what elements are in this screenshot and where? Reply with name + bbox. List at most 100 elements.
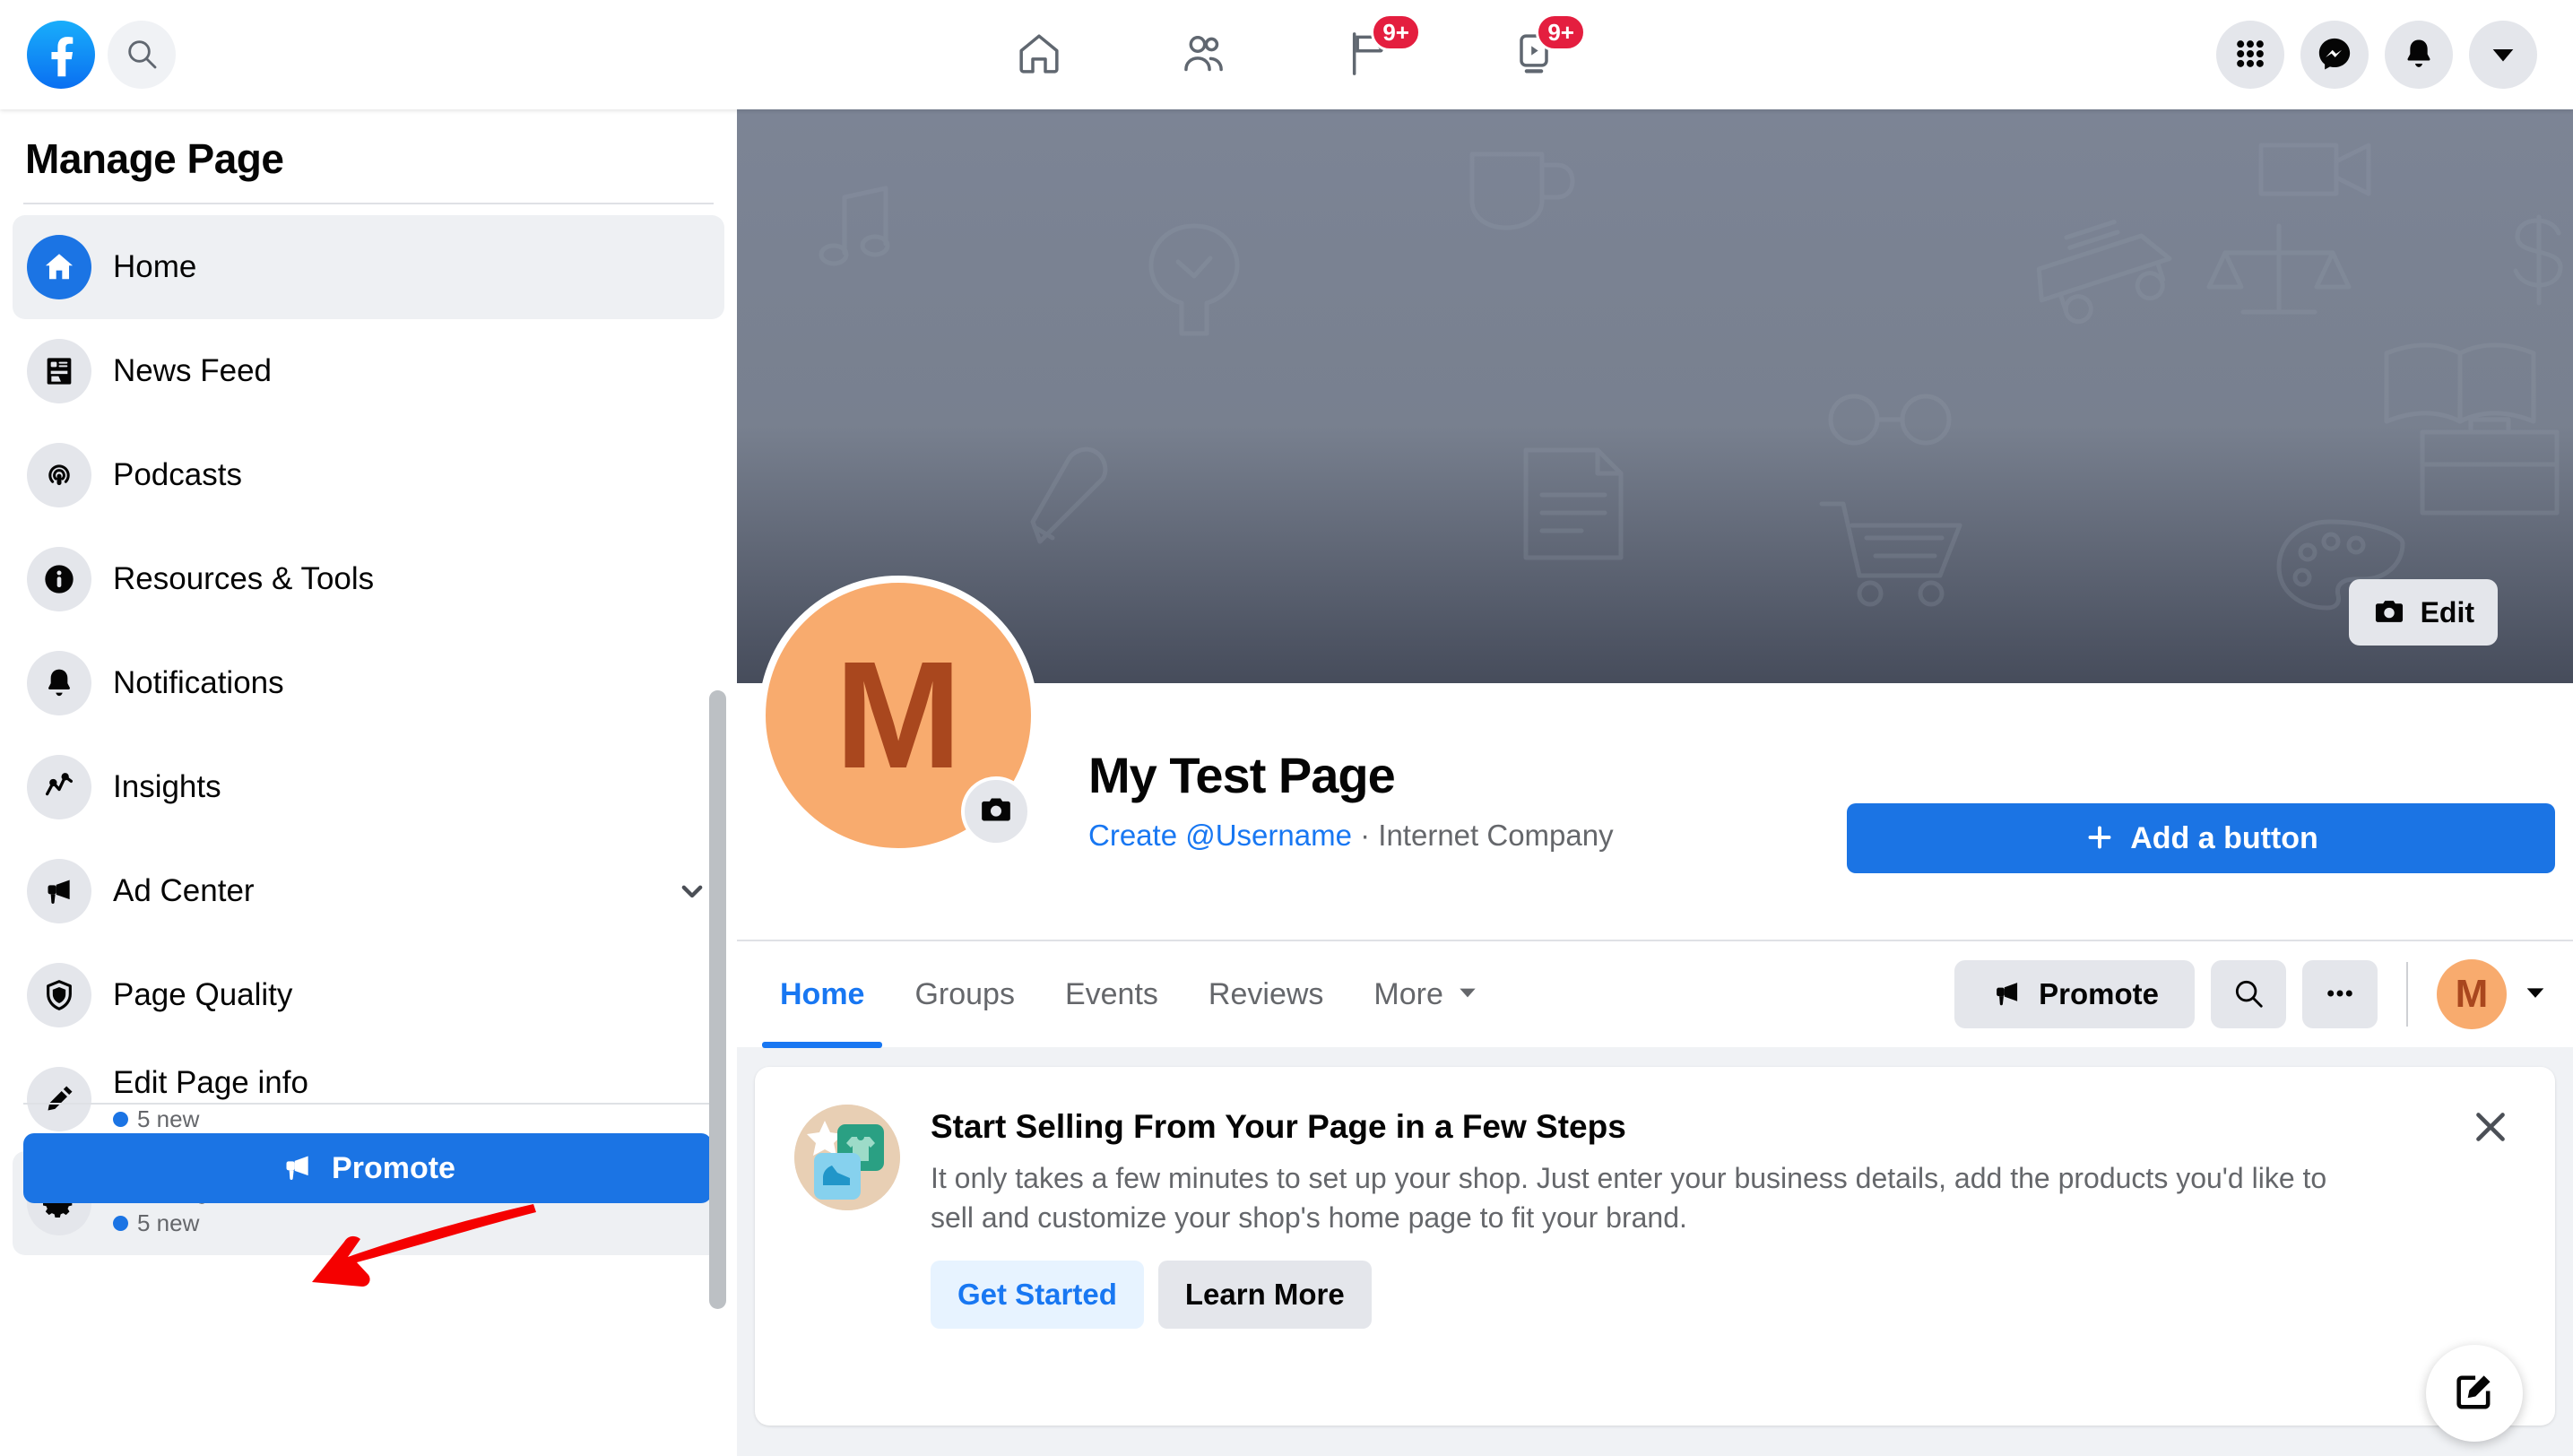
page-meta: My Test Page Create @Username · Internet… <box>1088 746 1614 853</box>
tab-actions-group: Promote M <box>1954 959 2555 1029</box>
bell-icon <box>2401 36 2437 74</box>
promo-buttons: Get Started Learn More <box>931 1261 2516 1330</box>
grid-menu-button[interactable] <box>2216 21 2284 89</box>
close-icon <box>2468 1105 2513 1152</box>
facebook-logo-icon[interactable] <box>27 21 95 89</box>
sidebar-item-ad-center[interactable]: Ad Center <box>13 839 724 943</box>
sidebar-item-badge-label: 5 new <box>137 1105 200 1132</box>
get-started-button[interactable]: Get Started <box>931 1261 1144 1330</box>
megaphone-icon <box>280 1149 316 1188</box>
page-title: Manage Page <box>25 135 284 182</box>
page-category: Internet Company <box>1378 819 1614 852</box>
promote-label: Promote <box>2039 977 2159 1010</box>
new-dot-icon <box>113 1111 128 1127</box>
nav-tab-watch[interactable]: 9+ <box>1491 13 1586 92</box>
page-name: My Test Page <box>1088 747 1396 803</box>
sidebar-item-badge-label: 5 new <box>137 1209 200 1236</box>
chevron-down-icon <box>1456 977 1479 1012</box>
chevron-down-icon[interactable] <box>674 873 710 909</box>
sidebar-item-resources-tools[interactable]: Resources & Tools <box>13 527 724 631</box>
home-icon <box>27 235 91 299</box>
shop-promo-card: Start Selling From Your Page in a Few St… <box>755 1067 2555 1442</box>
page-main-content: Edit M My Test Page Create @Username · I… <box>737 109 2573 1456</box>
sidebar-item-label: Insights <box>113 768 221 804</box>
tab-label: More <box>1373 976 1443 1011</box>
page-search-button[interactable] <box>2211 960 2286 1028</box>
add-a-button-button[interactable]: Add a button <box>1847 803 2555 873</box>
tabbar-avatar-letter: M <box>2455 972 2489 1016</box>
nav-right-group <box>2216 21 2573 89</box>
camera-icon <box>2372 594 2406 631</box>
tab-home[interactable]: Home <box>755 940 889 1048</box>
plus-icon <box>2084 821 2116 856</box>
tabbar-avatar[interactable]: M <box>2437 959 2507 1029</box>
promo-body: It only takes a few minutes to set up yo… <box>931 1162 2327 1235</box>
manage-page-sidebar: Manage Page Home News Feed Podcasts Reso… <box>0 109 737 1456</box>
home-icon <box>1014 29 1064 82</box>
tab-groups[interactable]: Groups <box>889 940 1040 1048</box>
sidebar-scrollbar[interactable] <box>709 690 726 1309</box>
megaphone-icon <box>27 859 91 923</box>
avatar-camera-button[interactable] <box>961 776 1031 846</box>
sidebar-item-label: News Feed <box>113 352 273 388</box>
nav-tab-home[interactable] <box>996 17 1082 92</box>
page-tab-bar: Home Groups Events Reviews More Promote <box>737 940 2573 1048</box>
megaphone-icon <box>1990 976 2024 1013</box>
page-subtitle: Create @Username · Internet Company <box>1088 819 1614 853</box>
messenger-icon <box>2316 35 2353 75</box>
tab-events[interactable]: Events <box>1040 940 1183 1048</box>
grid-menu-icon <box>2232 36 2268 74</box>
news-feed-icon <box>27 339 91 403</box>
nav-tab-pages[interactable]: 9+ <box>1326 13 1421 92</box>
podcast-icon <box>27 443 91 507</box>
promote-button-tabbar[interactable]: Promote <box>1954 960 2195 1028</box>
chevron-down-icon <box>2488 39 2518 72</box>
messenger-button[interactable] <box>2300 21 2369 89</box>
promo-heading: Start Selling From Your Page in a Few St… <box>931 1108 1626 1145</box>
camera-icon <box>978 792 1014 832</box>
avatar-letter: M <box>835 630 962 801</box>
bell-icon <box>27 651 91 715</box>
search-icon <box>124 36 160 74</box>
avatar-wrapper: M <box>758 576 1038 855</box>
sidebar-item-badge: 5 new <box>113 1105 308 1133</box>
promote-button-sidebar[interactable]: Promote <box>23 1133 712 1203</box>
notifications-button[interactable] <box>2385 21 2453 89</box>
sidebar-item-label: Home <box>113 248 197 284</box>
tab-more[interactable]: More <box>1348 940 1503 1048</box>
tab-separator <box>2406 962 2408 1027</box>
sidebar-item-label: Notifications <box>113 664 284 700</box>
account-menu-button[interactable] <box>2469 21 2537 89</box>
search-button[interactable] <box>108 21 176 89</box>
watch-badge: 9+ <box>1536 13 1586 51</box>
info-icon <box>27 547 91 611</box>
sidebar-item-notifications[interactable]: Notifications <box>13 631 724 735</box>
tab-label: Events <box>1064 976 1158 1011</box>
promo-text-block: Start Selling From Your Page in a Few St… <box>931 1105 2516 1330</box>
sidebar-item-badge: 5 new <box>113 1209 226 1237</box>
nav-tab-friends[interactable] <box>1161 17 1247 92</box>
learn-more-button[interactable]: Learn More <box>1157 1261 1372 1330</box>
sidebar-item-podcasts[interactable]: Podcasts <box>13 423 724 527</box>
nav-center-tabs: 9+ 9+ <box>996 13 1586 92</box>
ellipsis-icon <box>2323 976 2357 1013</box>
profile-header-band: M My Test Page Create @Username · Intern… <box>737 576 2573 940</box>
compose-edit-fab[interactable] <box>2426 1345 2523 1442</box>
tab-reviews[interactable]: Reviews <box>1183 940 1348 1048</box>
promote-label: Promote <box>332 1150 455 1185</box>
compose-edit-icon <box>2451 1369 2498 1418</box>
top-navigation-bar: 9+ 9+ <box>0 0 2573 109</box>
edit-cover-button[interactable]: Edit <box>2348 579 2498 646</box>
chevron-down-icon[interactable] <box>2523 980 2548 1010</box>
sidebar-item-home[interactable]: Home <box>13 215 724 319</box>
sidebar-item-page-quality[interactable]: Page Quality <box>13 943 724 1047</box>
add-a-button-label: Add a button <box>2130 820 2318 855</box>
page-more-options-button[interactable] <box>2302 960 2378 1028</box>
sidebar-item-insights[interactable]: Insights <box>13 735 724 839</box>
sidebar-item-news-feed[interactable]: News Feed <box>13 319 724 423</box>
close-promo-button[interactable] <box>2462 1099 2519 1157</box>
tab-label: Reviews <box>1208 976 1324 1011</box>
create-username-link[interactable]: Create @Username <box>1088 819 1352 852</box>
shield-icon <box>27 963 91 1027</box>
sidebar-item-label: Podcasts <box>113 456 242 492</box>
